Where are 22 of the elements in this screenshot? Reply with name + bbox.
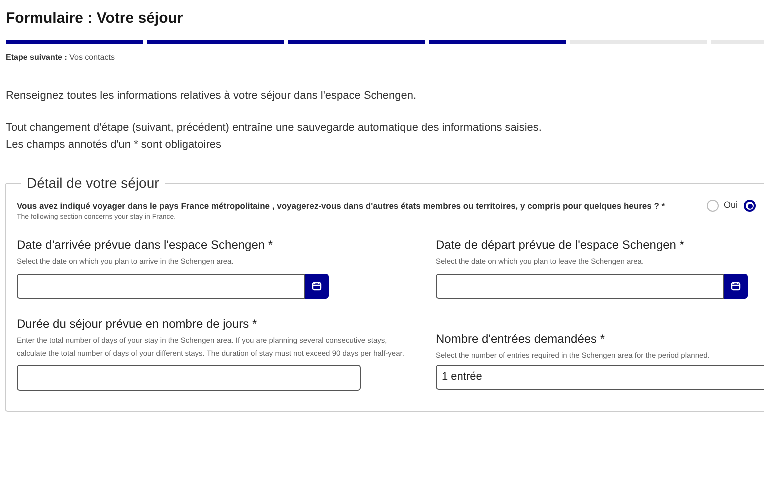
radio-label: Oui <box>724 199 738 212</box>
radio-button[interactable] <box>707 200 719 212</box>
calendar-icon <box>731 281 741 291</box>
intro-text: Tout changement d'étape (suivant, précédent) entraîne une sauvegarde automatique des informations saisies. <box>6 121 543 136</box>
calendar-button[interactable] <box>305 274 329 298</box>
calendar-button[interactable] <box>724 274 748 298</box>
question-text: Vous avez indiqué voyager dans le pays France métropolitaine , voyagerez-vous dans d'autres états membres ou territoires, y compris pour quelques heures ? * <box>17 200 666 213</box>
radio-button[interactable] <box>744 200 756 212</box>
intro-text: Les champs annotés d'un * sont obligatoires <box>6 138 223 152</box>
field-label: Date de départ prévue de l'espace Schengen * <box>436 236 686 254</box>
field-label: Durée du séjour prévue en nombre de jours * <box>17 316 258 332</box>
next-step: Etape suivante : Vos contacts <box>6 52 764 64</box>
field-label: Date d'arrivée prévue dans l'espace Schengen * <box>17 236 274 254</box>
date-field[interactable] <box>436 274 724 298</box>
date-field[interactable] <box>17 274 305 298</box>
input-field[interactable] <box>17 364 361 390</box>
section-legend: Détail de votre séjour <box>21 173 166 194</box>
calendar-icon <box>312 281 322 291</box>
intro-text: Renseignez toutes les informations relatives à votre séjour dans l'espace Schengen. <box>6 88 418 104</box>
form-title: Formulaire : Votre séjour <box>6 9 184 29</box>
select-field[interactable]: 1 entrée <box>436 364 764 390</box>
field-label: Nombre d'entrées demandées * <box>436 330 606 348</box>
